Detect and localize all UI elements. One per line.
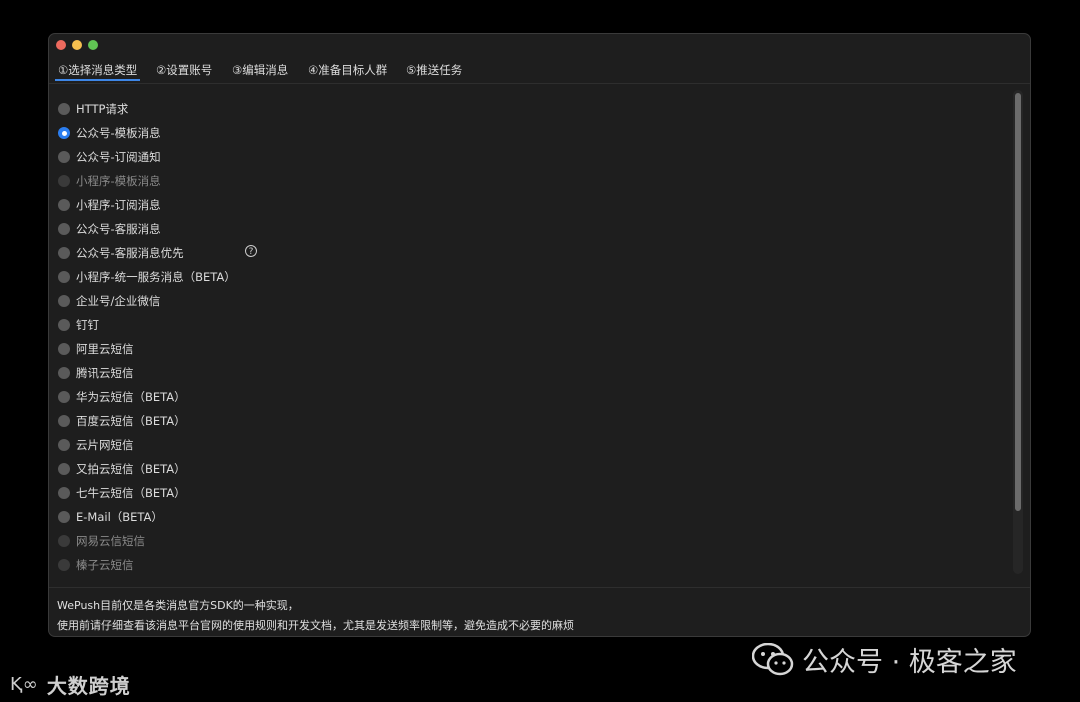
option-http-request[interactable]: HTTP请求: [58, 99, 128, 119]
radio-button[interactable]: [58, 295, 70, 307]
radio-button[interactable]: [58, 463, 70, 475]
app-window: ①选择消息类型 ②设置账号 ③编辑消息 ④准备目标人群 ⑤推送任务 HTTP请求…: [48, 33, 1031, 637]
scrollbar-thumb[interactable]: [1015, 93, 1021, 511]
option-label: 百度云短信（BETA）: [76, 414, 186, 428]
option-upyun-sms[interactable]: 又拍云短信（BETA）: [58, 459, 186, 479]
help-icon[interactable]: ?: [245, 245, 257, 257]
footer-line-1: WePush目前仅是各类消息官方SDK的一种实现，: [57, 599, 299, 612]
minimize-window-button[interactable]: [72, 40, 82, 50]
vertical-scrollbar[interactable]: [1013, 90, 1023, 574]
footer-notice: WePush目前仅是各类消息官方SDK的一种实现， 使用前请仔细查看该消息平台官…: [49, 587, 1030, 636]
tab-set-account[interactable]: ②设置账号: [156, 62, 212, 78]
radio-button[interactable]: [58, 511, 70, 523]
radio-button: [58, 535, 70, 547]
option-mp-subscribe-notice[interactable]: 公众号-订阅通知: [58, 147, 161, 167]
option-baidu-sms[interactable]: 百度云短信（BETA）: [58, 411, 186, 431]
watermark-bottom-right: 公众号 · 极客之家: [752, 640, 1017, 679]
radio-button[interactable]: [58, 439, 70, 451]
option-tencent-sms[interactable]: 腾讯云短信: [58, 363, 134, 383]
message-type-list: HTTP请求 公众号-模板消息 公众号-订阅通知 小程序-模板消息 小程序-订阅…: [49, 90, 1030, 575]
option-label: 公众号-模板消息: [76, 126, 161, 140]
radio-button[interactable]: [58, 415, 70, 427]
option-yunpian-sms[interactable]: 云片网短信: [58, 435, 134, 455]
option-label: E-Mail（BETA）: [76, 510, 163, 524]
option-label: 企业号/企业微信: [76, 294, 161, 308]
option-huawei-sms[interactable]: 华为云短信（BETA）: [58, 387, 186, 407]
option-label: 华为云短信（BETA）: [76, 390, 186, 404]
option-ma-template-message: 小程序-模板消息: [58, 171, 161, 191]
tab-bar: ①选择消息类型 ②设置账号 ③编辑消息 ④准备目标人群 ⑤推送任务: [49, 56, 1030, 84]
radio-button[interactable]: [58, 127, 70, 139]
radio-button[interactable]: [58, 199, 70, 211]
option-label: 又拍云短信（BETA）: [76, 462, 186, 476]
option-netease-sms: 网易云信短信: [58, 531, 145, 551]
option-mp-kefu-priority[interactable]: 公众号-客服消息优先: [58, 243, 184, 263]
option-label: 公众号-客服消息优先: [76, 246, 184, 260]
radio-button[interactable]: [58, 271, 70, 283]
radio-button: [58, 559, 70, 571]
radio-button[interactable]: [58, 247, 70, 259]
radio-button[interactable]: [58, 487, 70, 499]
option-label: 腾讯云短信: [76, 366, 134, 380]
radio-button[interactable]: [58, 223, 70, 235]
option-mp-kefu-message[interactable]: 公众号-客服消息: [58, 219, 161, 239]
radio-button[interactable]: [58, 367, 70, 379]
option-label: 七牛云短信（BETA）: [76, 486, 186, 500]
tab-target-audience[interactable]: ④准备目标人群: [308, 62, 387, 78]
close-window-button[interactable]: [56, 40, 66, 50]
option-dingtalk[interactable]: 钉钉: [58, 315, 99, 335]
option-label: 小程序-订阅消息: [76, 198, 161, 212]
watermark-text: 公众号 · 极客之家: [802, 647, 1017, 678]
footer-line-2: 使用前请仔细查看该消息平台官网的使用规则和开发文档，尤其是发送频率限制等，避免造…: [57, 619, 574, 632]
tab-push-task[interactable]: ⑤推送任务: [406, 62, 462, 78]
watermark-bottom-left: Ⱪ∞ 大数跨境: [10, 670, 131, 699]
option-wx-work[interactable]: 企业号/企业微信: [58, 291, 160, 311]
radio-button[interactable]: [58, 343, 70, 355]
radio-button: [58, 175, 70, 187]
option-label: 小程序-模板消息: [76, 174, 161, 188]
watermark-logo-icon: Ⱪ∞: [10, 674, 39, 695]
option-label: 阿里云短信: [76, 342, 134, 356]
option-label: 小程序-统一服务消息（BETA）: [76, 270, 236, 284]
option-label: 公众号-客服消息: [76, 222, 161, 236]
option-label: 榛子云短信: [76, 558, 134, 572]
option-label: 网易云信短信: [76, 534, 145, 548]
option-zhenzi-sms: 榛子云短信: [58, 555, 134, 575]
option-ma-subscribe-message[interactable]: 小程序-订阅消息: [58, 195, 161, 215]
option-mp-template-message[interactable]: 公众号-模板消息: [58, 123, 161, 143]
radio-button[interactable]: [58, 391, 70, 403]
option-aliyun-sms[interactable]: 阿里云短信: [58, 339, 134, 359]
wechat-icon: [752, 642, 794, 675]
radio-button[interactable]: [58, 103, 70, 115]
option-label: 云片网短信: [76, 438, 134, 452]
option-email[interactable]: E-Mail（BETA）: [58, 507, 163, 527]
option-ma-uniform-message[interactable]: 小程序-统一服务消息（BETA）: [58, 267, 236, 287]
option-label: HTTP请求: [76, 102, 129, 116]
watermark-text: 大数跨境: [46, 674, 131, 698]
maximize-window-button[interactable]: [88, 40, 98, 50]
tab-edit-message[interactable]: ③编辑消息: [232, 62, 288, 78]
option-qiniu-sms[interactable]: 七牛云短信（BETA）: [58, 483, 186, 503]
tab-select-message-type[interactable]: ①选择消息类型: [54, 62, 141, 81]
radio-button[interactable]: [58, 151, 70, 163]
radio-button[interactable]: [58, 319, 70, 331]
window-controls: [56, 40, 98, 50]
option-label: 公众号-订阅通知: [76, 150, 161, 164]
option-label: 钉钉: [76, 318, 99, 332]
